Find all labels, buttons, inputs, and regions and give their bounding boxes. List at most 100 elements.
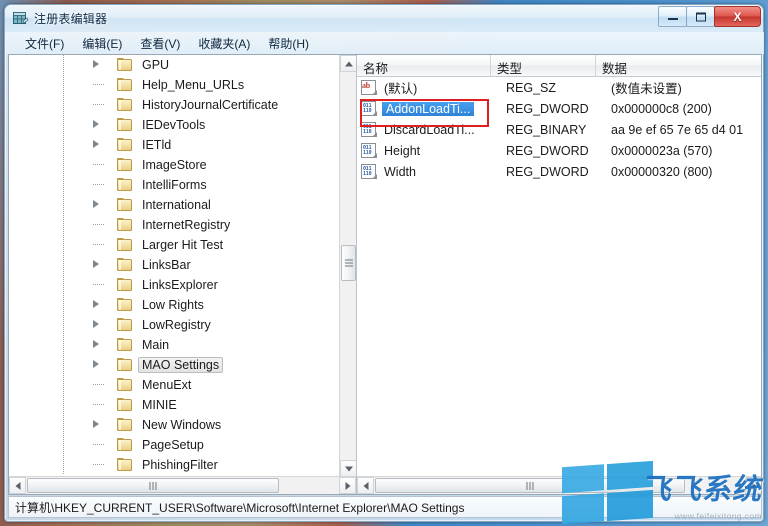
tree-node[interactable]: IntelliForms bbox=[9, 175, 339, 195]
tree-node-label: IntelliForms bbox=[142, 178, 207, 192]
column-header-type[interactable]: 类型 bbox=[491, 55, 596, 76]
window-controls: X bbox=[658, 6, 761, 27]
registry-value-row[interactable]: 011 110 DiscardLoadTi... REG_BINARY aa 9e ef… bbox=[357, 119, 761, 140]
chevron-right-icon[interactable] bbox=[92, 260, 101, 269]
column-header-data[interactable]: 数据 bbox=[596, 55, 761, 76]
tree-scroll-right-button[interactable] bbox=[339, 477, 356, 494]
close-button[interactable]: X bbox=[714, 6, 761, 27]
column-header-name[interactable]: 名称 bbox=[357, 55, 491, 76]
registry-value-row[interactable]: 011 110 AddonLoadTi... REG_DWORD 0x000000c8 … bbox=[357, 98, 761, 119]
tree-node-label: MAO Settings bbox=[138, 357, 224, 373]
tree-node[interactable]: HistoryJournalCertificate bbox=[9, 95, 339, 115]
chevron-right-icon[interactable] bbox=[92, 420, 101, 429]
folder-icon bbox=[117, 98, 133, 112]
tree-node-label: LinksExplorer bbox=[142, 278, 218, 292]
value-type-cell: REG_BINARY bbox=[506, 122, 587, 137]
tree-node[interactable]: PageSetup bbox=[9, 435, 339, 455]
tree-node-label: PageSetup bbox=[142, 438, 204, 452]
tree-guide-dash bbox=[93, 104, 104, 105]
tree-node[interactable]: Low Rights bbox=[9, 295, 339, 315]
tree-node[interactable]: Larger Hit Test bbox=[9, 235, 339, 255]
tree-indent bbox=[9, 215, 117, 235]
registry-values-pane[interactable]: 名称 类型 数据 ab (默认) REG_SZ (数值未设置) 011 110 AddonL… bbox=[357, 55, 761, 494]
tree-guide-dash bbox=[93, 284, 104, 285]
value-name-cell: AddonLoadTi... bbox=[382, 101, 506, 116]
value-data-cell: 0x00000320 (800) bbox=[611, 164, 713, 179]
registry-value-row[interactable]: 011 110 Height REG_DWORD 0x0000023a (570) bbox=[357, 140, 761, 161]
maximize-button[interactable] bbox=[686, 6, 715, 27]
chevron-right-icon[interactable] bbox=[92, 300, 101, 309]
tree-guide-dash bbox=[93, 84, 104, 85]
registry-values-list: ab (默认) REG_SZ (数值未设置) 011 110 AddonLoadTi... R… bbox=[357, 77, 761, 182]
folder-icon bbox=[117, 358, 133, 372]
list-hscroll-thumb[interactable] bbox=[375, 478, 685, 493]
folder-icon bbox=[117, 178, 133, 192]
list-horizontal-scrollbar[interactable] bbox=[357, 476, 761, 494]
tree-horizontal-scrollbar[interactable] bbox=[9, 476, 356, 494]
folder-icon bbox=[117, 138, 133, 152]
tree-node[interactable]: MAO Settings bbox=[9, 355, 339, 375]
menu-view[interactable]: 查看(V) bbox=[131, 33, 189, 54]
folder-icon bbox=[117, 78, 133, 92]
tree-node[interactable]: GPU bbox=[9, 55, 339, 75]
registry-tree-pane[interactable]: GPU Help_Menu_URLs HistoryJournalCertifica… bbox=[9, 55, 357, 494]
minimize-button[interactable] bbox=[658, 6, 687, 27]
tree-node[interactable]: InternetRegistry bbox=[9, 215, 339, 235]
tree-indent bbox=[9, 75, 117, 95]
registry-path-text: 计算机\HKEY_CURRENT_USER\Software\Microsoft… bbox=[15, 500, 465, 515]
chevron-right-icon[interactable] bbox=[92, 140, 101, 149]
list-scroll-right-button[interactable] bbox=[745, 477, 761, 494]
tree-node[interactable]: LowRegistry bbox=[9, 315, 339, 335]
menu-edit[interactable]: 编辑(E) bbox=[73, 33, 131, 54]
chevron-right-icon[interactable] bbox=[92, 340, 101, 349]
tree-scroll-down-button[interactable] bbox=[340, 460, 356, 477]
tree-node[interactable]: New Windows bbox=[9, 415, 339, 435]
tree-node[interactable]: International bbox=[9, 195, 339, 215]
tree-node[interactable]: PhishingFilter bbox=[9, 455, 339, 475]
tree-guide-line bbox=[63, 295, 64, 315]
folder-icon bbox=[117, 278, 133, 292]
chevron-right-icon[interactable] bbox=[92, 120, 101, 129]
chevron-right-icon[interactable] bbox=[92, 200, 101, 209]
tree-node[interactable]: IEDevTools bbox=[9, 115, 339, 135]
value-name-cell: DiscardLoadTi... bbox=[382, 123, 506, 137]
tree-guide-line bbox=[63, 215, 64, 235]
binary-value-icon: 011 110 bbox=[361, 143, 377, 158]
tree-vertical-scrollbar[interactable] bbox=[339, 55, 356, 477]
list-scroll-left-button[interactable] bbox=[357, 477, 374, 494]
tree-guide-line bbox=[63, 335, 64, 355]
tree-node-label: InternetRegistry bbox=[142, 218, 231, 232]
tree-guide-line bbox=[63, 435, 64, 455]
menu-file[interactable]: 文件(F) bbox=[16, 33, 73, 54]
tree-hscroll-thumb[interactable] bbox=[27, 478, 279, 493]
tree-node[interactable]: IETld bbox=[9, 135, 339, 155]
tree-indent bbox=[9, 395, 117, 415]
tree-indent bbox=[9, 415, 117, 435]
value-data-cell: 0x000000c8 (200) bbox=[611, 101, 712, 116]
chevron-right-icon[interactable] bbox=[92, 360, 101, 369]
chevron-right-icon[interactable] bbox=[92, 320, 101, 329]
menu-help[interactable]: 帮助(H) bbox=[259, 33, 318, 54]
chevron-right-icon[interactable] bbox=[92, 60, 101, 69]
tree-node[interactable]: MINIE bbox=[9, 395, 339, 415]
folder-icon bbox=[117, 378, 133, 392]
tree-node[interactable]: Main bbox=[9, 335, 339, 355]
tree-node[interactable]: ImageStore bbox=[9, 155, 339, 175]
tree-scroll-up-button[interactable] bbox=[340, 55, 356, 72]
tree-guide-dash bbox=[93, 404, 104, 405]
tree-guide-line bbox=[63, 235, 64, 255]
folder-icon bbox=[117, 158, 133, 172]
registry-value-row[interactable]: ab (默认) REG_SZ (数值未设置) bbox=[357, 77, 761, 98]
tree-node-label: IEDevTools bbox=[142, 118, 206, 132]
tree-node[interactable]: MenuExt bbox=[9, 375, 339, 395]
tree-node[interactable]: LinksBar bbox=[9, 255, 339, 275]
tree-guide-dash bbox=[93, 164, 104, 165]
tree-vscroll-thumb[interactable] bbox=[341, 245, 356, 281]
tree-node[interactable]: Help_Menu_URLs bbox=[9, 75, 339, 95]
menu-favorites[interactable]: 收藏夹(A) bbox=[189, 33, 259, 54]
registry-value-row[interactable]: 011 110 Width REG_DWORD 0x00000320 (800) bbox=[357, 161, 761, 182]
tree-node[interactable]: LinksExplorer bbox=[9, 275, 339, 295]
tree-node-label: PhishingFilter bbox=[142, 458, 218, 472]
tree-node-label: LowRegistry bbox=[142, 318, 211, 332]
tree-scroll-left-button[interactable] bbox=[9, 477, 26, 494]
